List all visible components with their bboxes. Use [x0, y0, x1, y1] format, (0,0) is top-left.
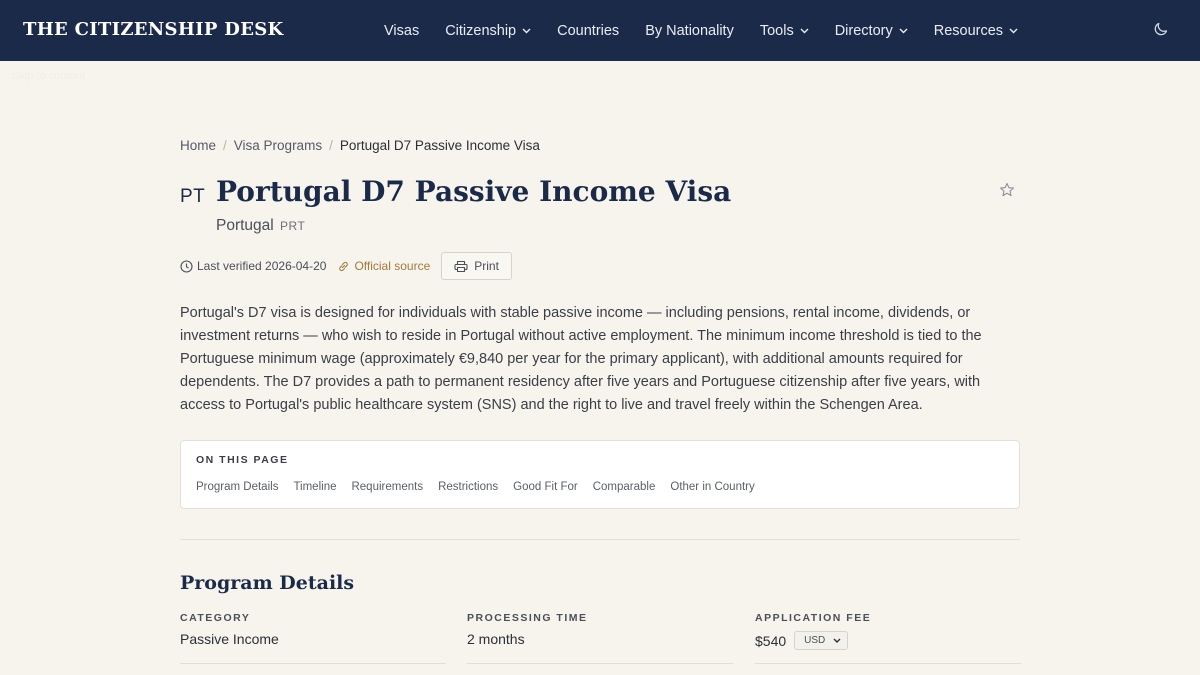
nav-item-countries[interactable]: Countries: [557, 23, 619, 39]
breadcrumb-visa-programs[interactable]: Visa Programs: [234, 138, 322, 153]
nav-item-visas[interactable]: Visas: [384, 23, 419, 39]
nav-item-tools[interactable]: Tools: [760, 23, 809, 39]
chevron-down-icon: [899, 28, 908, 34]
skip-to-content-link[interactable]: Skip to content: [12, 70, 85, 82]
currency-selected-value: USD: [804, 635, 826, 646]
toc-link-restrictions[interactable]: Restrictions: [438, 481, 498, 493]
nav-item-label: Visas: [384, 22, 420, 39]
top-navbar: THE CITIZENSHIP DESK Visas Citizenship C…: [0, 0, 1200, 61]
nav-item-label: By Nationality: [645, 22, 734, 39]
detail-processing-time: PROCESSING TIME 2 months: [467, 612, 733, 664]
theme-toggle-button[interactable]: [1153, 21, 1171, 39]
chevron-down-icon: [800, 28, 809, 34]
detail-value: Passive Income: [180, 631, 446, 647]
nav-item-label: Countries: [557, 22, 620, 39]
toc-heading: ON THIS PAGE: [196, 454, 289, 466]
link-icon: [339, 261, 349, 271]
detail-label: APPLICATION FEE: [755, 612, 872, 624]
nav-item-resources[interactable]: Resources: [934, 23, 1018, 39]
section-divider: [180, 539, 1020, 540]
breadcrumb-current: Portugal D7 Passive Income Visa: [339, 138, 540, 153]
detail-label: CATEGORY: [180, 612, 251, 624]
detail-value: 2 months: [467, 631, 733, 647]
breadcrumb-home[interactable]: Home: [180, 138, 216, 153]
nav-item-label: Directory: [834, 22, 893, 39]
currency-select[interactable]: USD: [794, 631, 849, 650]
chevron-down-icon: [833, 638, 841, 643]
official-source-link[interactable]: Official source: [337, 259, 430, 273]
category-value: Passive Income: [180, 631, 279, 647]
chevron-down-icon: [522, 28, 531, 34]
detail-label: PROCESSING TIME: [467, 612, 588, 624]
toc-link-requirements[interactable]: Requirements: [351, 481, 423, 493]
processing-time-value: 2 months: [467, 631, 525, 647]
application-fee-value: $540: [755, 632, 787, 649]
detail-value: $540 USD: [755, 631, 1021, 650]
last-verified-date: 2026-04-20: [265, 259, 327, 273]
star-icon: [1000, 182, 1014, 197]
nav-item-directory[interactable]: Directory: [835, 23, 908, 39]
meta-row: Last verified 2026-04-20 Official source…: [180, 252, 512, 280]
country-name: Portugal: [216, 217, 274, 234]
breadcrumb-separator: /: [223, 138, 227, 153]
detail-category: CATEGORY Passive Income: [180, 612, 446, 664]
print-button[interactable]: Print: [441, 252, 512, 280]
last-verified-label: Last verified: [197, 259, 262, 273]
toc-link-good-fit-for[interactable]: Good Fit For: [513, 481, 578, 493]
country-subtitle: Portugal PRT: [216, 217, 305, 235]
program-description: Portugal's D7 visa is designed for indiv…: [180, 305, 982, 413]
toc-link-timeline[interactable]: Timeline: [293, 481, 336, 493]
site-logo[interactable]: THE CITIZENSHIP DESK: [23, 19, 283, 40]
nav-item-by-nationality[interactable]: By Nationality: [645, 23, 734, 39]
official-source-label: Official source: [354, 259, 431, 273]
toc-link-comparable[interactable]: Comparable: [593, 481, 656, 493]
detail-application-fee: APPLICATION FEE $540 USD: [755, 612, 1021, 664]
toc-link-program-details[interactable]: Program Details: [196, 481, 278, 493]
nav-item-label: Citizenship: [445, 22, 517, 39]
chevron-down-icon: [1009, 28, 1018, 34]
table-of-contents: ON THIS PAGE Program Details Timeline Re…: [180, 440, 1020, 509]
toc-links: Program Details Timeline Requirements Re…: [196, 481, 770, 493]
nav-item-label: Resources: [933, 22, 1004, 39]
breadcrumb-separator: /: [329, 138, 333, 153]
toc-link-other-in-country[interactable]: Other in Country: [670, 481, 754, 493]
clock-icon: [180, 259, 193, 273]
favorite-button[interactable]: [999, 182, 1015, 198]
nav-item-label: Tools: [759, 22, 794, 39]
moon-icon: [1154, 22, 1168, 36]
page-title: Portugal D7 Passive Income Visa: [216, 175, 732, 208]
country-code: PT: [180, 186, 206, 207]
last-verified: Last verified 2026-04-20: [180, 259, 326, 273]
print-label: Print: [474, 259, 499, 273]
country-iso3: PRT: [280, 219, 306, 233]
printer-icon: [454, 260, 468, 272]
program-details-heading: Program Details: [180, 572, 355, 594]
breadcrumb: Home / Visa Programs / Portugal D7 Passi…: [180, 138, 540, 153]
nav-item-citizenship[interactable]: Citizenship: [445, 23, 531, 39]
main-nav: Visas Citizenship Countries By Nationali…: [384, 0, 1044, 61]
